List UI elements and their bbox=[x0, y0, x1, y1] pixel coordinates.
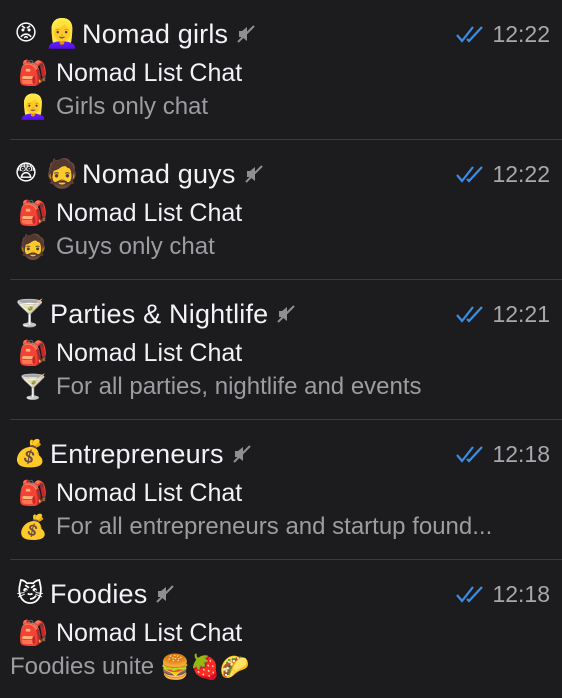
double-check-icon bbox=[456, 165, 486, 183]
backpack-icon: 🎒 bbox=[18, 619, 48, 647]
chat-avatar-emoji: 🍸 bbox=[13, 299, 47, 329]
chat-preview: Foodies unite bbox=[10, 653, 155, 680]
chat-item-foodies[interactable]: 😼 Foodies 12:18 🎒 Nomad List Chat Foodie… bbox=[0, 560, 562, 698]
chat-preview: For all parties, nightlife and events bbox=[56, 373, 422, 400]
status-emoji: 😡 bbox=[14, 21, 38, 46]
chat-avatar-emoji: 🧔 bbox=[44, 157, 80, 190]
chat-title: Nomad girls bbox=[82, 18, 229, 49]
chat-item-parties-nightlife[interactable]: 🍸 Parties & Nightlife 12:21 🎒 Nomad List… bbox=[0, 280, 562, 420]
chat-channel: Nomad List Chat bbox=[56, 338, 243, 367]
double-check-icon bbox=[456, 305, 486, 323]
chat-preview: For all entrepreneurs and startup found.… bbox=[56, 513, 493, 540]
speaker-muted-icon bbox=[276, 304, 296, 324]
backpack-icon: 🎒 bbox=[18, 59, 48, 87]
chat-time: 12:21 bbox=[492, 300, 550, 327]
chat-title: Nomad guys bbox=[82, 158, 236, 189]
backpack-icon: 🎒 bbox=[18, 339, 48, 367]
chat-list: 😡 👱‍♀️ Nomad girls 12:22 🎒 Nomad List Ch… bbox=[0, 0, 562, 698]
double-check-icon bbox=[456, 445, 486, 463]
chat-preview: Girls only chat bbox=[56, 93, 209, 120]
preview-emoji: 🍸 bbox=[18, 373, 48, 401]
chat-item-entrepreneurs[interactable]: 💰 Entrepreneurs 12:18 🎒 Nomad List Chat … bbox=[0, 420, 562, 560]
preview-emoji: 🧔 bbox=[18, 233, 48, 261]
double-check-icon bbox=[456, 25, 486, 43]
speaker-muted-icon bbox=[236, 24, 256, 44]
chat-title: Foodies bbox=[50, 578, 148, 609]
chat-avatar-emoji: 👱‍♀️ bbox=[44, 17, 80, 50]
preview-emoji: 💰 bbox=[18, 513, 48, 541]
chat-title: Entrepreneurs bbox=[50, 438, 224, 469]
chat-time: 12:18 bbox=[492, 580, 550, 607]
speaker-muted-icon bbox=[244, 164, 264, 184]
double-check-icon bbox=[456, 585, 486, 603]
chat-avatar-emoji: 💰 bbox=[13, 439, 47, 469]
chat-title: Parties & Nightlife bbox=[50, 298, 269, 329]
chat-time: 12:18 bbox=[492, 440, 550, 467]
chat-time: 12:22 bbox=[492, 160, 550, 187]
chat-channel: Nomad List Chat bbox=[56, 478, 243, 507]
food-emojis: 🍔🍓🌮 bbox=[160, 653, 250, 681]
speaker-muted-icon bbox=[155, 584, 175, 604]
chat-time: 12:22 bbox=[492, 20, 550, 47]
chat-channel: Nomad List Chat bbox=[56, 198, 243, 227]
chat-channel: Nomad List Chat bbox=[56, 618, 243, 647]
chat-channel: Nomad List Chat bbox=[56, 58, 243, 87]
speaker-muted-icon bbox=[232, 444, 252, 464]
chat-avatar-emoji: 😼 bbox=[16, 579, 44, 609]
chat-item-nomad-guys[interactable]: 😨 🧔 Nomad guys 12:22 🎒 Nomad List Chat 🧔… bbox=[0, 140, 562, 280]
chat-item-nomad-girls[interactable]: 😡 👱‍♀️ Nomad girls 12:22 🎒 Nomad List Ch… bbox=[0, 0, 562, 140]
chat-preview: Guys only chat bbox=[56, 233, 215, 260]
backpack-icon: 🎒 bbox=[18, 199, 48, 227]
backpack-icon: 🎒 bbox=[18, 479, 48, 507]
preview-emoji: 👱‍♀️ bbox=[18, 93, 48, 121]
status-emoji: 😨 bbox=[14, 161, 38, 186]
